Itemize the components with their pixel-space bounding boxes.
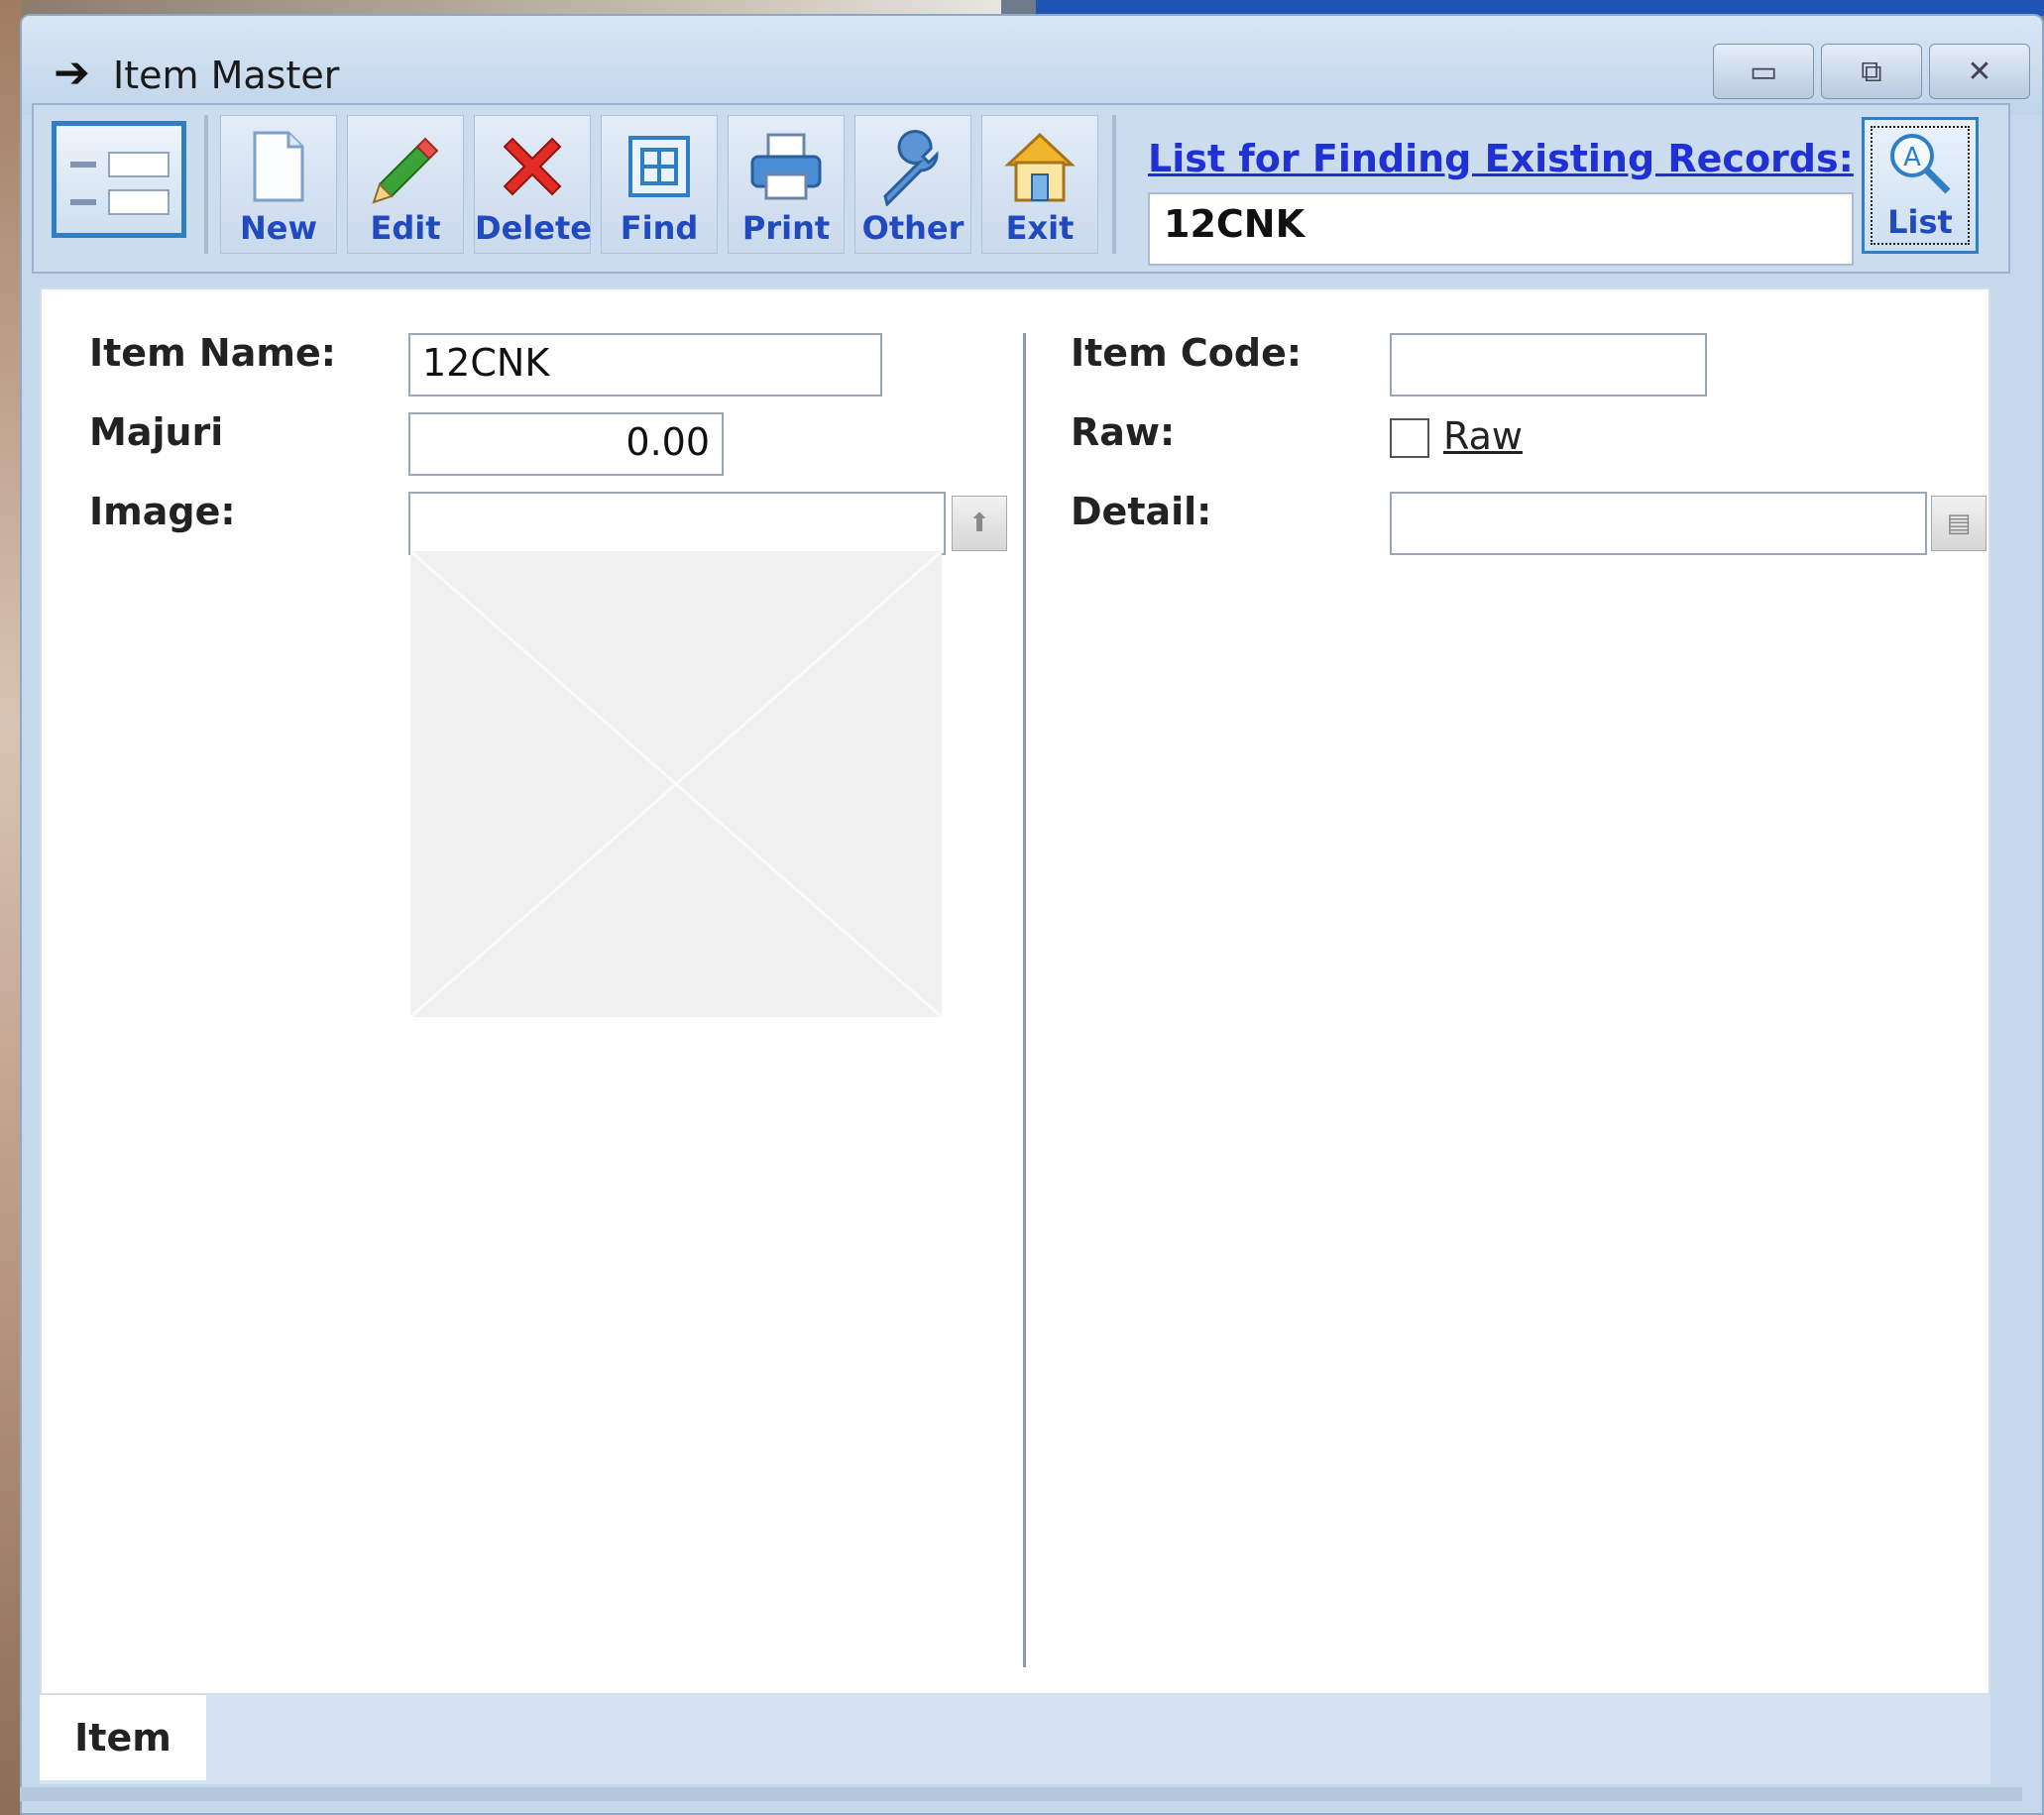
image-load-icon: ⬆ (968, 509, 990, 538)
raw-checkbox-label[interactable]: Raw (1443, 414, 1523, 458)
image-path-field[interactable] (408, 492, 946, 555)
new-label: New (239, 209, 318, 247)
image-browse-button[interactable]: ⬆ (952, 496, 1007, 551)
find-label: Find (620, 209, 699, 247)
printer-icon (729, 124, 844, 209)
form-view-icon (52, 121, 186, 238)
desktop-background-left (0, 0, 22, 1815)
close-button[interactable]: ✕ (1929, 44, 2030, 99)
tab-strip: Item (40, 1695, 1990, 1784)
svg-text:A: A (1903, 143, 1921, 172)
other-label: Other (861, 209, 965, 247)
window-title: Item Master (113, 54, 340, 97)
toolbar-separator (1112, 115, 1116, 254)
delete-button[interactable]: Delete (474, 115, 592, 254)
exit-button[interactable]: Exit (981, 115, 1098, 254)
print-label: Print (741, 209, 831, 247)
delete-label: Delete (475, 209, 592, 247)
raw-checkbox[interactable] (1390, 418, 1429, 458)
tab-item[interactable]: Item (40, 1695, 206, 1780)
magnifier-icon: A (1865, 128, 1976, 197)
window-bottom-border (20, 1787, 2022, 1801)
detail-browse-button[interactable]: ▤ (1931, 496, 1987, 551)
house-exit-icon (982, 124, 1097, 209)
image-label: Image: (89, 490, 236, 533)
new-button[interactable]: New (220, 115, 337, 254)
new-document-icon (221, 124, 336, 209)
list-button[interactable]: A List (1862, 117, 1979, 254)
item-code-label: Item Code: (1071, 331, 1303, 375)
pencil-icon (348, 124, 463, 209)
other-button[interactable]: Other (854, 115, 971, 254)
edit-label: Edit (370, 209, 441, 247)
toolbar-separator (204, 115, 208, 254)
find-button[interactable]: Find (601, 115, 718, 254)
detail-field[interactable] (1390, 492, 1927, 555)
column-divider (1023, 333, 1026, 1667)
finder-search-input[interactable]: 12CNK (1148, 192, 1854, 266)
finder-link[interactable]: List for Finding Existing Records: (1148, 137, 1854, 180)
restore-button[interactable]: ⧉ (1821, 44, 1922, 99)
delete-x-icon (475, 124, 590, 209)
minimize-icon: ▭ (1749, 54, 1778, 89)
majuri-label: Majuri (89, 410, 224, 454)
edit-button[interactable]: Edit (347, 115, 464, 254)
arrow-right-icon: ➔ (54, 48, 90, 98)
image-preview (409, 549, 943, 1019)
item-code-field[interactable] (1390, 333, 1707, 397)
image-placeholder-icon (409, 549, 943, 1019)
close-icon: ✕ (1967, 54, 1992, 89)
exit-label: Exit (1005, 209, 1075, 247)
majuri-field[interactable]: 0.00 (408, 412, 724, 476)
item-name-label: Item Name: (89, 331, 336, 375)
item-name-field[interactable]: 12CNK (408, 333, 882, 397)
restore-icon: ⧉ (1861, 54, 1882, 89)
minimize-button[interactable]: ▭ (1713, 44, 1814, 99)
raw-label: Raw: (1071, 410, 1176, 454)
find-grid-icon (602, 124, 717, 209)
wrench-icon (855, 124, 970, 209)
toolbar: New Edit Delete Find Print Other Exit Li… (32, 103, 2010, 274)
title-bar[interactable]: ➔ Item Master ▭ ⧉ ✕ (22, 16, 2042, 115)
save-disk-icon: ▤ (1946, 509, 1972, 538)
print-button[interactable]: Print (728, 115, 845, 254)
detail-label: Detail: (1071, 490, 1212, 533)
list-label: List (1887, 203, 1953, 241)
item-form: Item Name: 12CNK Majuri 0.00 Image: ⬆ It… (40, 287, 1990, 1695)
